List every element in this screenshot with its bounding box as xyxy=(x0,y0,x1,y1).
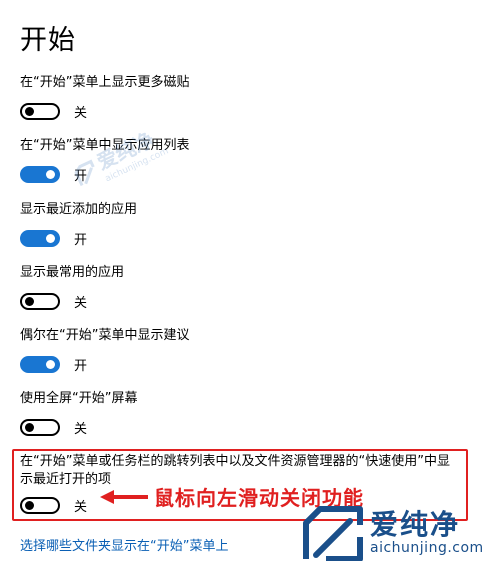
toggle-knob xyxy=(46,169,55,179)
toggle-knob xyxy=(46,359,55,369)
arrow-left-icon xyxy=(100,489,114,504)
arrow-shaft xyxy=(114,494,148,499)
toggle-state: 关 xyxy=(74,421,88,437)
suggestions-toggle[interactable] xyxy=(20,355,60,373)
toggle-state: 关 xyxy=(74,105,88,121)
toggle-state: 关 xyxy=(74,295,88,311)
watermark-cn: 爱纯净 xyxy=(370,508,461,541)
setting-suggestions: 偶尔在“开始”菜单中显示建议 开 xyxy=(20,327,460,374)
setting-label: 在“开始”菜单上显示更多磁贴 xyxy=(20,75,190,90)
watermark-faint: 爱纯净 aichunjing.com xyxy=(68,120,170,195)
app-list-toggle[interactable] xyxy=(20,165,60,183)
recent-items-toggle[interactable] xyxy=(20,496,60,514)
watermark-logo: 爱纯净 aichunjing.com xyxy=(302,505,484,561)
watermark-en: aichunjing.com xyxy=(370,540,484,556)
toggle-state: 关 xyxy=(74,499,88,515)
toggle-state: 开 xyxy=(74,232,88,248)
setting-most-used: 显示最常用的应用 关 xyxy=(20,264,460,311)
watermark-mark-icon xyxy=(303,506,363,561)
full-screen-start-toggle[interactable] xyxy=(20,418,60,436)
most-used-toggle[interactable] xyxy=(20,292,60,310)
setting-recently-added: 显示最近添加的应用 开 xyxy=(20,201,460,248)
setting-label: 显示最常用的应用 xyxy=(20,265,125,280)
setting-more-tiles: 在“开始”菜单上显示更多磁贴 关 xyxy=(20,74,460,121)
choose-folders-link[interactable]: 选择哪些文件夹显示在“开始”菜单上 xyxy=(20,535,228,554)
more-tiles-toggle[interactable] xyxy=(20,102,60,120)
recently-added-toggle[interactable] xyxy=(20,229,60,247)
setting-label: 显示最近添加的应用 xyxy=(20,202,138,217)
page-title: 开始 xyxy=(20,25,76,56)
toggle-knob xyxy=(25,106,34,116)
setting-full-screen-start: 使用全屏“开始”屏幕 关 xyxy=(20,390,460,437)
toggle-knob xyxy=(25,422,34,432)
setting-label: 偶尔在“开始”菜单中显示建议 xyxy=(20,328,190,343)
toggle-knob xyxy=(46,233,55,243)
toggle-state: 开 xyxy=(74,358,88,374)
setting-label: 使用全屏“开始”屏幕 xyxy=(20,391,138,406)
toggle-knob xyxy=(25,296,34,306)
toggle-knob xyxy=(25,500,34,510)
